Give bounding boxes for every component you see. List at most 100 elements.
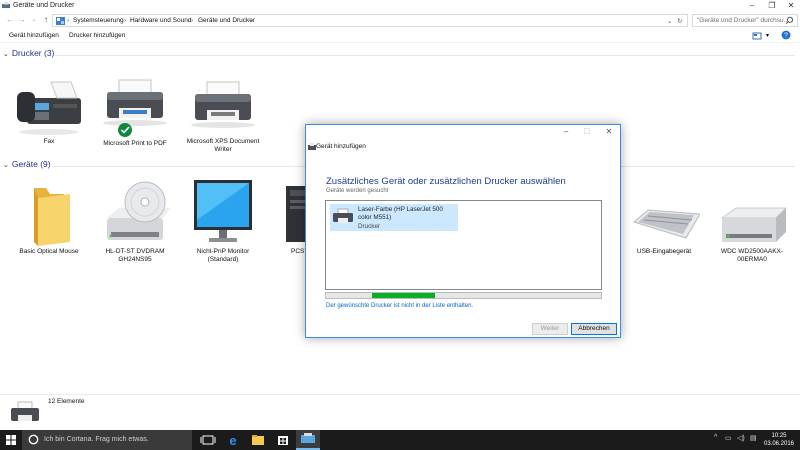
device-list[interactable]: Laser-Farbe (HP LaserJet 500 color M551)…: [325, 200, 602, 290]
close-button[interactable]: ✕: [781, 0, 800, 12]
volume-icon[interactable]: ◁): [737, 434, 745, 442]
devices-group-title: Geräte (9): [11, 159, 51, 169]
cancel-button[interactable]: Abbrechen: [571, 323, 617, 335]
dialog-status-text: Geräte werden gesucht: [326, 188, 389, 194]
device-name: Laser-Farbe (HP LaserJet 500 color M551): [358, 206, 443, 221]
monitor-icon: [194, 180, 252, 242]
address-row: ← → ⌄ ↑ › Systemsteuerung › Hardware und…: [0, 12, 800, 28]
edge-browser-icon[interactable]: e: [221, 430, 245, 450]
device-dvd-drive[interactable]: HL-DT-ST DVDRAM GH24NS95: [95, 180, 175, 264]
svg-text:?: ?: [784, 33, 788, 40]
printer-icon: [103, 79, 167, 137]
folder-icon: [34, 188, 70, 246]
help-icon[interactable]: ?: [781, 30, 791, 40]
taskbar: Ich bin Cortana. Frag mich etwas. e ^ ▭ …: [0, 430, 800, 450]
show-hidden-icons-icon[interactable]: ^: [714, 434, 717, 441]
address-dropdown-icon[interactable]: ⌄: [667, 17, 672, 25]
command-bar: Gerät hinzufügen Drucker hinzufügen ▾ ?: [0, 29, 800, 43]
breadcrumb-separator: ›: [67, 17, 70, 24]
list-item[interactable]: Laser-Farbe (HP LaserJet 500 color M551)…: [330, 204, 458, 231]
details-pane: 12 Elemente: [0, 394, 800, 430]
control-panel-icon: [56, 17, 65, 25]
device-label: WDC WD2500AAKX-00ERMA0: [720, 248, 784, 263]
dialog-minimize-button[interactable]: –: [556, 127, 576, 137]
device-label: USB-Eingabegerät: [636, 248, 692, 255]
devices-group-header[interactable]: ⌄ Geräte (9): [3, 159, 51, 169]
up-arrow-icon[interactable]: ↑: [40, 14, 52, 26]
file-explorer-icon[interactable]: [246, 430, 270, 450]
device-label: Basic Optical Mouse: [19, 248, 79, 255]
device-label: Fax: [43, 138, 55, 145]
device-microsoft-print-to-pdf[interactable]: Microsoft Print to PDF: [95, 76, 175, 148]
breadcrumb-systemsteuerung[interactable]: Systemsteuerung: [73, 17, 124, 24]
device-usb-input[interactable]: USB-Eingabegerät: [624, 180, 704, 256]
breadcrumb-separator: ›: [251, 17, 254, 24]
action-center-icon[interactable]: ▭: [725, 434, 732, 442]
printer-icon: [9, 401, 41, 425]
progress-fill: [372, 293, 436, 298]
breadcrumb-separator: ›: [191, 17, 194, 24]
devices-printers-taskbar-icon[interactable]: [296, 430, 320, 450]
printers-group-header[interactable]: ⌄ Drucker (3): [3, 48, 54, 58]
device-basic-optical-mouse[interactable]: Basic Optical Mouse: [9, 180, 89, 256]
group-divider: [55, 55, 795, 56]
windows-logo-icon: [6, 435, 16, 445]
maximize-button[interactable]: ❐: [762, 0, 782, 12]
breadcrumb-hardware-sound[interactable]: Hardware und Sound: [130, 17, 191, 24]
optical-drive-icon: [107, 181, 171, 240]
window-title: Geräte und Drucker: [13, 2, 75, 9]
item-count: 12 Elemente: [48, 398, 85, 405]
back-arrow-icon[interactable]: ←: [4, 14, 16, 26]
clock-time: 10:25: [771, 433, 787, 439]
refresh-icon[interactable]: ↻: [677, 17, 682, 25]
device-type: Drucker: [358, 223, 381, 230]
cortana-icon: [28, 434, 39, 445]
device-label: Nicht-PnP Monitor (Standard): [196, 248, 250, 263]
breadcrumb-separator: ›: [124, 17, 127, 24]
view-options-chevron-icon[interactable]: ▾: [766, 32, 769, 39]
minimize-button[interactable]: –: [742, 0, 762, 12]
breadcrumb-devices-printers[interactable]: Geräte und Drucker: [198, 17, 255, 24]
task-view-icon[interactable]: [196, 430, 220, 450]
keyboard-icon: [632, 209, 700, 239]
device-fax[interactable]: Fax: [9, 76, 89, 146]
device-hard-drive[interactable]: WDC WD2500AAKX-00ERMA0: [712, 180, 792, 264]
device-microsoft-xps-document-writer[interactable]: Microsoft XPS Document Writer: [183, 76, 263, 154]
dialog-heading: Zusätzliches Gerät oder zusätzlichen Dru…: [326, 176, 566, 187]
add-device-icon: [308, 143, 316, 151]
collapse-chevron-icon: ⌄: [3, 162, 9, 169]
printer-icon: [191, 81, 255, 128]
dialog-maximize-button: ☐: [583, 127, 591, 136]
collapse-chevron-icon: ⌄: [3, 51, 9, 58]
store-icon[interactable]: [271, 430, 295, 450]
forward-arrow-icon[interactable]: →: [16, 14, 28, 26]
search-input[interactable]: "Geräte und Drucker" durchsu...: [692, 14, 798, 27]
next-button[interactable]: Weiter: [532, 323, 568, 335]
recent-chevron-icon[interactable]: ⌄: [28, 14, 40, 26]
change-view-icon[interactable]: [752, 32, 762, 40]
search-progress-bar: [325, 292, 602, 299]
device-label: Microsoft XPS Document Writer: [186, 138, 260, 153]
device-label: HL-DT-ST DVDRAM GH24NS95: [105, 248, 165, 263]
svg-text:e: e: [229, 433, 236, 448]
device-monitor[interactable]: Nicht-PnP Monitor (Standard): [183, 180, 263, 264]
dialog-title: Gerät hinzufügen: [316, 143, 366, 150]
network-icon[interactable]: ▤: [750, 434, 757, 442]
add-device-dialog: – ☐ ✕ Gerät hinzufügen Zusätzliches Gerä…: [305, 124, 621, 338]
clock[interactable]: 10:25 03.06.2016: [760, 432, 798, 448]
hard-drive-icon: [720, 207, 788, 242]
search-placeholder: "Geräte und Drucker" durchsu...: [697, 17, 790, 24]
printer-icon: [333, 208, 353, 223]
clock-date: 03.06.2016: [763, 441, 795, 447]
search-icon: [785, 16, 794, 25]
address-bar[interactable]: › Systemsteuerung › Hardware und Sound ›…: [52, 14, 688, 27]
device-label: Microsoft Print to PDF: [103, 140, 167, 147]
add-printer-button[interactable]: Drucker hinzufügen: [69, 32, 125, 39]
fax-icon: [17, 81, 81, 135]
start-button[interactable]: [0, 430, 22, 450]
dialog-close-button[interactable]: ✕: [599, 127, 619, 137]
title-bar: Geräte und Drucker – ❐ ✕: [0, 0, 800, 12]
cortana-search-box[interactable]: Ich bin Cortana. Frag mich etwas.: [22, 430, 192, 450]
add-device-button[interactable]: Gerät hinzufügen: [9, 32, 59, 39]
printer-not-listed-link[interactable]: Der gewünschte Drucker ist nicht in der …: [326, 303, 473, 309]
